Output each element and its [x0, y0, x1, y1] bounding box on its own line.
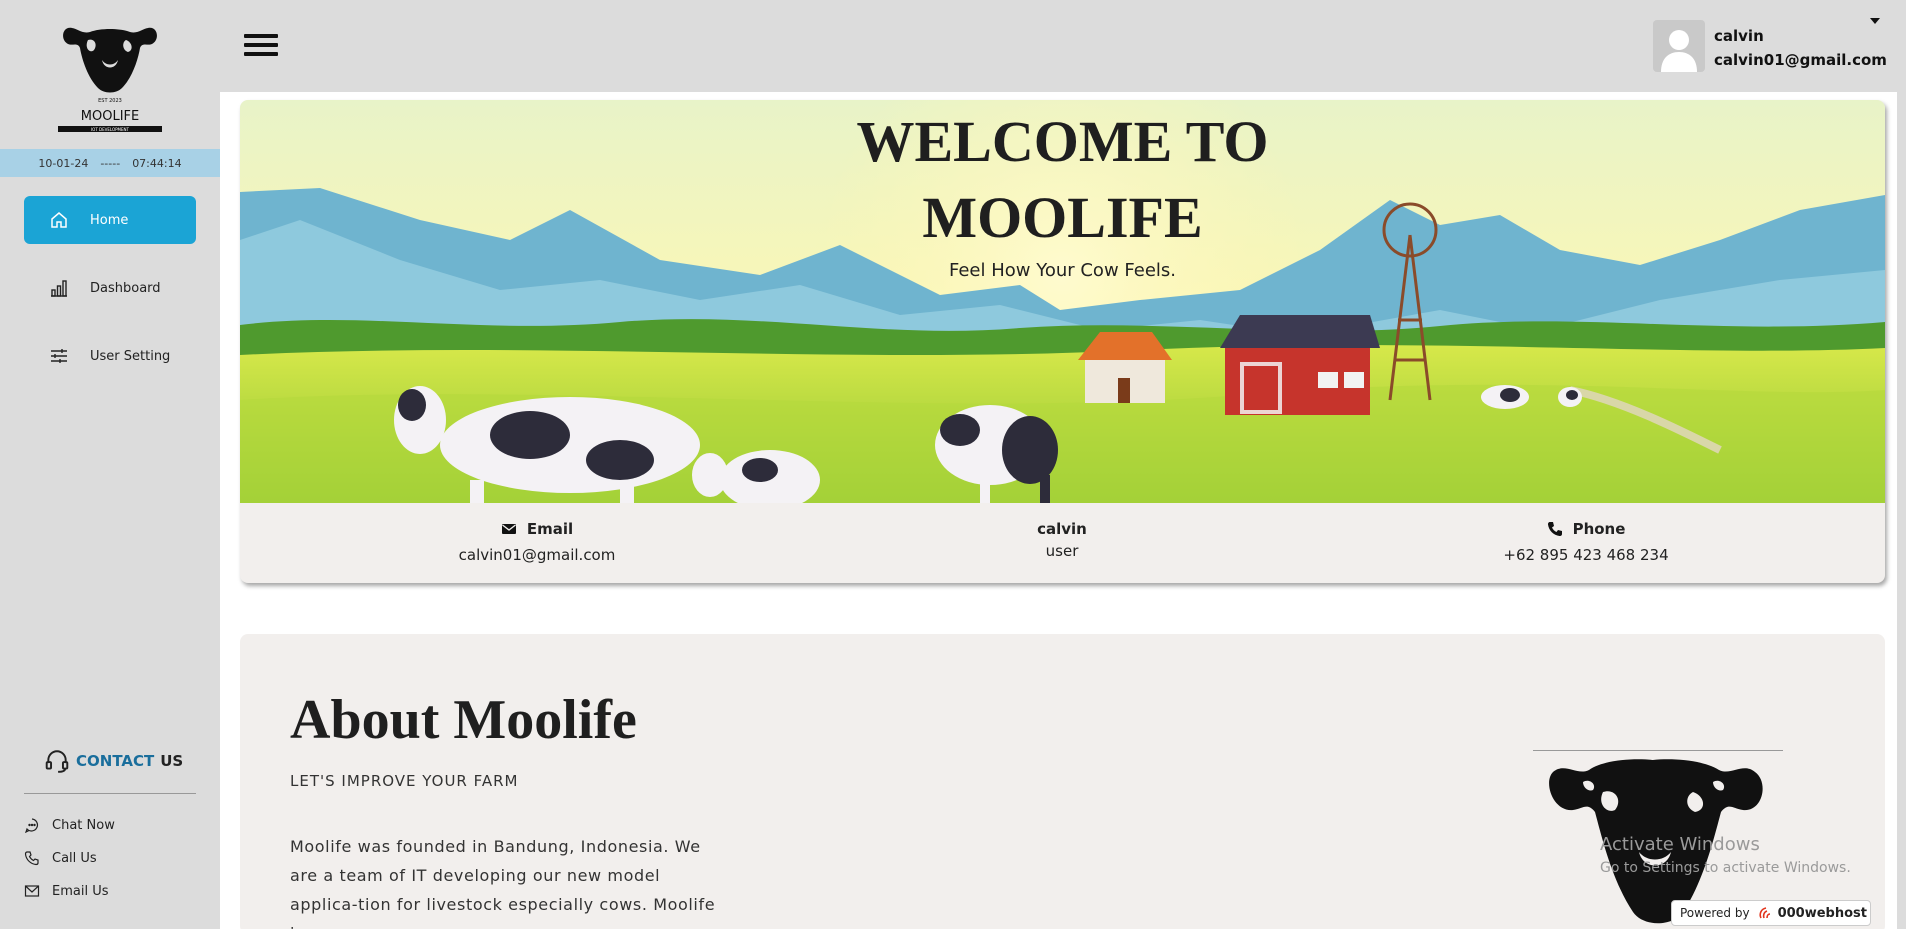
powered-by-badge[interactable]: Powered by 000webhost — [1671, 900, 1871, 926]
welcome-title-line2: MOOLIFE — [922, 185, 1203, 250]
current-date: 10-01-24 — [38, 156, 89, 170]
envelope-filled-icon — [501, 524, 516, 534]
phone-label: Phone — [1572, 520, 1626, 538]
phone-filled-icon — [1547, 522, 1562, 537]
host-brand: 000webhost — [1758, 905, 1867, 921]
svg-text:IOT DEVELOPMENT: IOT DEVELOPMENT — [91, 127, 130, 132]
current-time: 07:44:14 — [132, 156, 182, 170]
nav-user-setting-label: User Setting — [90, 348, 171, 364]
about-card: About Moolife LET'S IMPROVE YOUR FARM Mo… — [240, 634, 1885, 929]
nav-home-label: Home — [90, 212, 129, 228]
email-info-label: Email — [387, 520, 687, 538]
menu-toggle-icon[interactable] — [244, 34, 278, 58]
cow-logo-icon: EST 2023 MOOLIFE IOT DEVELOPMENT — [58, 27, 162, 132]
sidebar: EST 2023 MOOLIFE IOT DEVELOPMENT 10-01-2… — [0, 0, 220, 929]
nav-dashboard[interactable]: Dashboard — [24, 264, 196, 312]
user-name: calvin — [1714, 27, 1764, 45]
farm-banner-image: WELCOME TO MOOLIFE Feel How Your Cow Fee… — [240, 100, 1885, 503]
scrollbar-track[interactable] — [1897, 92, 1906, 929]
phone-info: Phone +62 895 423 468 234 — [1436, 520, 1736, 564]
phone-info-label: Phone — [1436, 520, 1736, 538]
welcome-title: WELCOME TO MOOLIFE — [240, 104, 1885, 256]
call-us-link[interactable]: Call Us — [24, 850, 97, 866]
user-role: user — [1045, 542, 1079, 560]
user-name-label: calvin — [1037, 520, 1087, 538]
email-us-link[interactable]: Email Us — [24, 883, 109, 899]
headset-icon — [45, 750, 69, 773]
nav-home[interactable]: Home — [24, 196, 196, 244]
contact-us-heading: CONTACT US — [44, 748, 183, 774]
welcome-subtitle: Feel How Your Cow Feels. — [948, 260, 1177, 281]
nav-user-setting[interactable]: User Setting — [24, 332, 196, 380]
chat-icon — [25, 818, 38, 833]
svg-text:EST 2023: EST 2023 — [98, 98, 122, 104]
powered-by-label: Powered by — [1680, 906, 1750, 920]
envelope-icon — [24, 885, 40, 897]
top-bar: calvin calvin01@gmail.com — [220, 0, 1906, 92]
svg-text:MOOLIFE: MOOLIFE — [81, 109, 139, 124]
contact-divider — [24, 793, 196, 794]
phone-icon — [24, 851, 39, 866]
date-separator: ----- — [100, 156, 121, 170]
user-email: calvin01@gmail.com — [1714, 51, 1887, 69]
user-role-info: calvin user — [912, 520, 1212, 560]
call-us-label: Call Us — [52, 850, 97, 866]
us-word: US — [160, 752, 184, 770]
user-silhouette-icon — [1661, 30, 1697, 72]
welcome-card: WELCOME TO MOOLIFE Feel How Your Cow Fee… — [240, 100, 1885, 583]
email-label: Email — [526, 520, 574, 538]
email-value: calvin01@gmail.com — [458, 546, 616, 564]
activate-windows-subtitle: Go to Settings to activate Windows. — [1600, 860, 1851, 876]
user-dropdown-caret-icon[interactable] — [1870, 18, 1880, 24]
chat-now-label: Chat Now — [52, 817, 115, 833]
about-subtitle: LET'S IMPROVE YOUR FARM — [290, 772, 519, 790]
sliders-icon — [48, 345, 70, 367]
nav-dashboard-label: Dashboard — [90, 280, 161, 296]
avatar[interactable] — [1653, 20, 1705, 72]
date-time-bar: 10-01-24 ----- 07:44:14 — [0, 149, 220, 177]
chat-now-link[interactable]: Chat Now — [24, 817, 115, 833]
webhost-logo-icon — [1759, 907, 1770, 919]
contact-word: CONTACT — [76, 752, 155, 770]
about-divider — [1533, 750, 1783, 751]
about-title: About Moolife — [290, 689, 637, 751]
activate-windows-title: Activate Windows — [1600, 834, 1760, 855]
host-name: 000webhost — [1777, 905, 1867, 921]
email-us-label: Email Us — [52, 883, 109, 899]
email-info: Email calvin01@gmail.com — [387, 520, 687, 564]
moolife-logo[interactable]: EST 2023 MOOLIFE IOT DEVELOPMENT — [58, 20, 162, 138]
phone-value: +62 895 423 468 234 — [1503, 546, 1669, 564]
home-icon — [48, 209, 70, 231]
bar-chart-icon — [48, 277, 70, 299]
welcome-title-line1: WELCOME TO — [856, 109, 1269, 174]
user-info[interactable]: calvin calvin01@gmail.com — [1714, 24, 1887, 72]
about-body: Moolife was founded in Bandung, Indonesi… — [290, 837, 716, 929]
